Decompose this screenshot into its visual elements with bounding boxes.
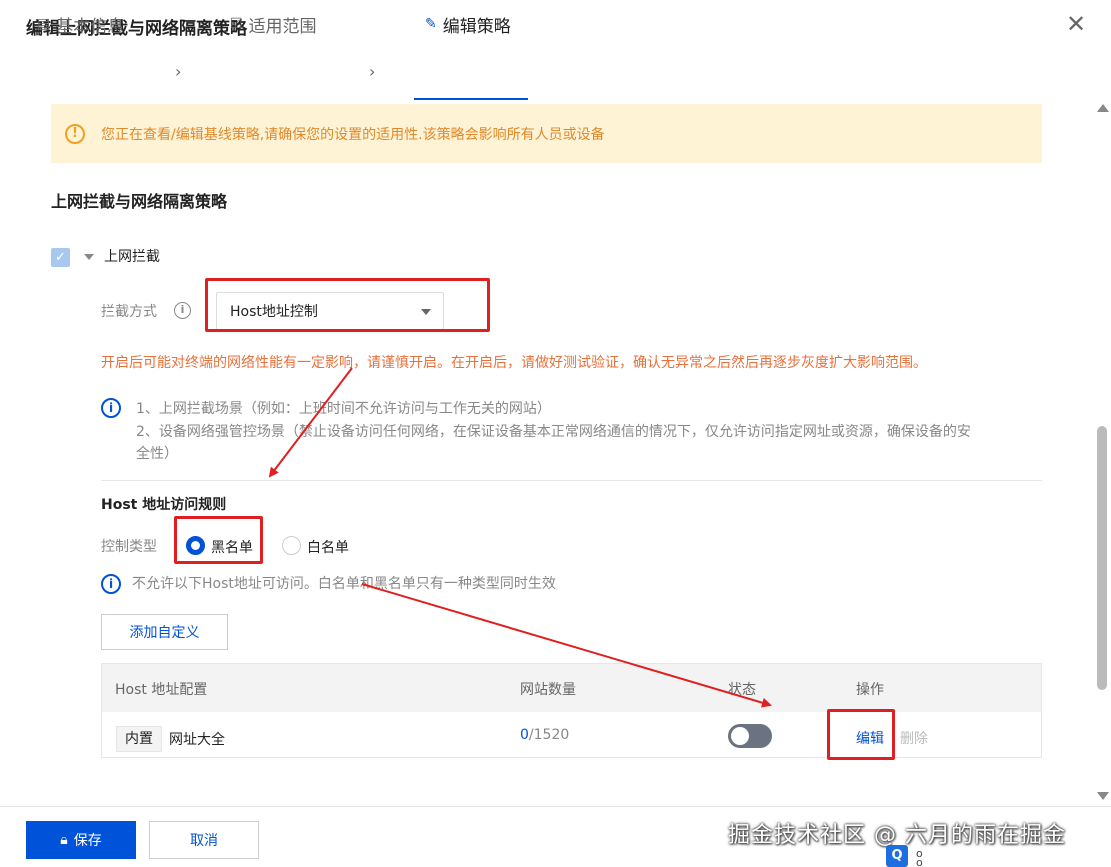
save-label: 保存 xyxy=(73,833,102,849)
warning-banner: ! 您正在查看/编辑基线策略,请确保您的设置的适用性.该策略会影响所有人员或设备 xyxy=(51,104,1042,163)
info-icon: i xyxy=(101,574,121,594)
intercept-checkbox[interactable]: ✓ xyxy=(51,248,70,267)
column-header: 操作 xyxy=(856,682,884,698)
annotation-box-blacklist xyxy=(174,516,263,564)
radio-whitelist-label[interactable]: 白名单 xyxy=(307,537,349,557)
dialog-footer: 🔒︎ 保存 取消 掘金技术社区 @ 六月的雨在掘金 Q oo xyxy=(0,806,1111,867)
scroll-up-icon[interactable] xyxy=(1097,104,1109,112)
list-icon: ▤ xyxy=(37,16,51,32)
info-icon: i xyxy=(101,398,121,418)
tab-label: 基本信息 xyxy=(56,16,125,37)
tab-label: 适用范围 xyxy=(248,16,317,37)
lock-icon: 🔒︎ xyxy=(60,832,68,848)
site-count: 0/1520 xyxy=(520,727,569,743)
host-rules-title: Host 地址访问规则 xyxy=(101,497,227,513)
annotation-box-select xyxy=(205,278,490,332)
pencil-icon: ✎ xyxy=(425,16,437,32)
caret-down-icon[interactable] xyxy=(84,254,94,260)
tip-line: 1、上网拦截场景（例如：上班时间不允许访问与工作无关的网站） xyxy=(136,401,551,417)
chevron-right-icon: › xyxy=(175,62,182,81)
intercept-method-label: 拦截方式 xyxy=(101,304,157,320)
divider xyxy=(101,480,1042,481)
status-toggle[interactable] xyxy=(728,724,772,748)
host-table: Host 地址配置 网站数量 状态 操作 内置 网址大全 0/1520 编辑 删… xyxy=(101,663,1042,758)
active-tab-indicator xyxy=(414,98,528,100)
scroll-down-icon[interactable] xyxy=(1097,792,1109,800)
column-header: 网站数量 xyxy=(520,682,576,698)
cancel-button[interactable]: 取消 xyxy=(149,821,259,859)
builtin-tag: 内置 xyxy=(116,726,162,752)
toggle-knob xyxy=(731,727,749,745)
tab-label: 编辑策略 xyxy=(442,16,511,37)
tab-scope[interactable]: ☑ 适用范围 xyxy=(230,0,317,48)
dialog: 编辑上网拦截与网络隔离策略 ✕ ▤ 基本信息 › ☑ 适用范围 › ✎ 编辑策略… xyxy=(0,0,1111,867)
checklist-icon: ☑ xyxy=(230,16,243,32)
intercept-checkbox-label: 上网拦截 xyxy=(104,249,160,265)
add-custom-button[interactable]: 添加自定义 xyxy=(101,614,228,650)
radio-whitelist[interactable] xyxy=(282,536,301,555)
save-button[interactable]: 🔒︎ 保存 xyxy=(26,821,136,859)
control-type-label: 控制类型 xyxy=(101,539,157,555)
delete-link: 删除 xyxy=(900,731,928,747)
site-count-enabled[interactable]: 0 xyxy=(520,727,529,743)
column-header: Host 地址配置 xyxy=(115,682,208,698)
performance-warning: 开启后可能对终端的网络性能有一定影响，请谨慎开启。在开启后，请做好测试验证，确认… xyxy=(101,355,927,371)
scrollbar-thumb[interactable] xyxy=(1097,426,1107,690)
annotation-box-edit xyxy=(827,709,895,760)
close-icon[interactable]: ✕ xyxy=(1064,12,1088,36)
host-config-name: 网址大全 xyxy=(169,732,225,748)
site-count-total: /1520 xyxy=(528,727,570,743)
tab-basic-info[interactable]: ▤ 基本信息 xyxy=(37,0,124,48)
tray-app-icon[interactable]: Q xyxy=(886,845,908,867)
table-header: Host 地址配置 网站数量 状态 操作 xyxy=(102,664,1041,712)
info-icon[interactable]: i xyxy=(174,302,191,319)
rules-info-text: 不允许以下Host地址可访问。白名单和黑名单只有一种类型同时生效 xyxy=(132,576,556,592)
tab-edit-policy[interactable]: ✎ 编辑策略 xyxy=(425,0,511,48)
tray-dots-icon[interactable]: oo xyxy=(916,848,930,867)
section-title: 上网拦截与网络隔离策略 xyxy=(51,192,228,211)
chevron-right-icon: › xyxy=(369,62,376,81)
warning-text: 您正在查看/编辑基线策略,请确保您的设置的适用性.该策略会影响所有人员或设备 xyxy=(101,126,605,143)
column-header: 状态 xyxy=(728,682,756,698)
tip-line: 全性） xyxy=(136,446,178,462)
warning-icon: ! xyxy=(65,123,85,144)
tip-line: 2、设备网络强管控场景（禁止设备访问任何网络，在保证设备基本正常网络通信的情况下… xyxy=(136,424,971,440)
